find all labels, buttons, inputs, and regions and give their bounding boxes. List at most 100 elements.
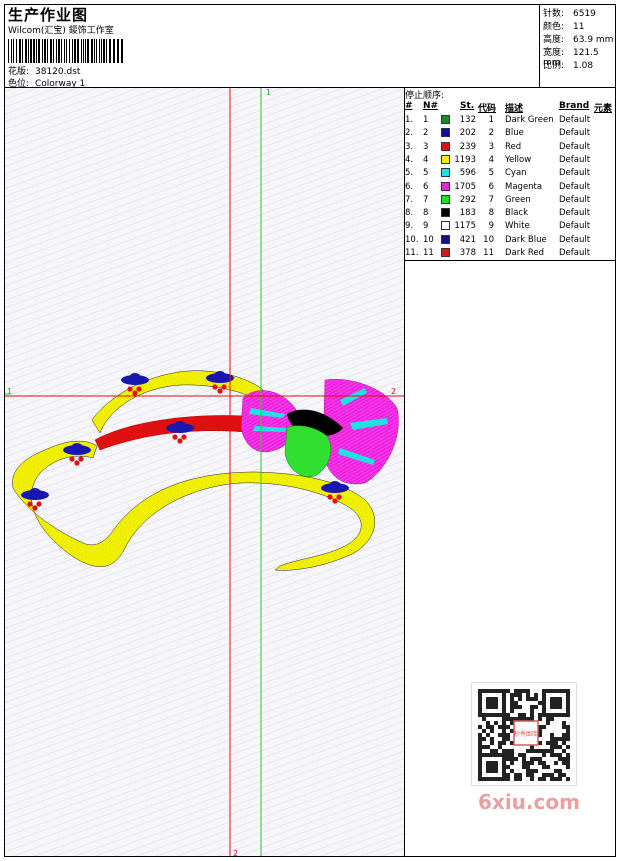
table-row[interactable]: 5. 5 596 5 Cyan Default [405, 168, 616, 181]
cell-code: 9 [488, 221, 494, 232]
cell-brand: Default [559, 154, 591, 165]
cell-idx: 7. [405, 194, 414, 205]
guide-marker-left: 1 [7, 387, 12, 396]
stop-sequence-title: 停止顺序: [405, 91, 445, 101]
table-row[interactable]: 10. 10 421 10 Dark Blue Default [405, 234, 616, 248]
cell-brand: Default [559, 168, 591, 179]
qr-code: 秒秀图库 [471, 682, 577, 786]
cell-idx: 3. [405, 141, 414, 152]
company-name: Wilcom(汇宝) 錽饰工作室 [8, 26, 114, 36]
color-swatch [441, 221, 450, 231]
col-desc: 描述 [505, 104, 524, 114]
cell-no: 4 [423, 154, 429, 165]
cell-brand: Default [559, 194, 591, 205]
cell-brand: Default [559, 208, 591, 219]
cell-desc: White [505, 221, 530, 232]
cell-idx: 1. [405, 115, 414, 125]
cell-idx: 9. [405, 221, 414, 232]
col-code: 代码 [478, 104, 497, 114]
cell-brand: Default [559, 248, 591, 258]
cell-desc: Yellow [505, 154, 532, 165]
table-row[interactable]: 9. 9 1175 9 White Default [405, 221, 616, 234]
cell-st: 292 [459, 194, 476, 205]
cell-st: 421 [459, 234, 476, 245]
color-swatch [441, 248, 450, 257]
table-row[interactable]: 11. 11 378 11 Dark Red Default [405, 248, 616, 261]
color-swatch [441, 115, 450, 124]
cell-brand: Default [559, 234, 591, 245]
header-info: 生产作业图 Wilcom(汇宝) 錽饰工作室 花版: 38120.dst 色位: C… [4, 4, 540, 89]
table-row[interactable]: 8. 8 183 8 Black Default [405, 208, 616, 221]
qr-code-icon: 秒秀图库 [478, 689, 570, 781]
cell-code: 2 [488, 128, 494, 139]
stat-height: 高度: 63.9 mm [543, 35, 614, 45]
cell-no: 1 [423, 115, 429, 125]
cell-code: 7 [488, 194, 494, 205]
stat-scale: 比例: 1.08 [543, 61, 594, 71]
guide-marker-top: 1 [266, 88, 271, 97]
cell-desc: Black [505, 208, 528, 219]
cell-code: 6 [488, 181, 494, 192]
cell-st: 1175 [454, 221, 476, 232]
cell-no: 6 [423, 181, 429, 192]
cell-brand: Default [559, 181, 591, 192]
cell-st: 202 [459, 128, 476, 139]
cell-idx: 10. [405, 234, 419, 245]
stats-panel: 针数: 6519 颜色: 11 高度: 63.9 mm 宽度: 121.5 mm 比例:… [540, 4, 616, 88]
stat-stitches: 针数: 6519 [543, 9, 596, 19]
design-canvas[interactable]: 1 1 2 2 [5, 88, 404, 856]
color-swatch [441, 168, 450, 178]
guide-marker-right: 2 [391, 387, 396, 396]
cell-desc: Magenta [505, 181, 543, 192]
cell-idx: 5. [405, 168, 414, 179]
cell-desc: Dark Green [505, 115, 554, 125]
color-swatch [441, 234, 450, 244]
cell-st: 1193 [454, 154, 476, 165]
cell-no: 10 [423, 234, 434, 245]
col-no: N# [423, 101, 439, 111]
cell-desc: Green [505, 194, 531, 205]
color-swatch [441, 208, 450, 218]
cell-desc: Red [505, 141, 522, 152]
cell-idx: 6. [405, 181, 414, 192]
cell-code: 5 [488, 168, 494, 179]
cell-code: 11 [483, 248, 494, 258]
cell-idx: 2. [405, 128, 414, 139]
cell-desc: Dark Red [505, 248, 545, 258]
table-row[interactable]: 4. 4 1193 4 Yellow Default [405, 154, 616, 168]
cell-st: 378 [459, 248, 476, 258]
cell-no: 9 [423, 221, 429, 232]
table-row[interactable]: 1. 1 132 1 Dark Green Default [405, 115, 616, 128]
cell-st: 596 [459, 168, 476, 179]
cell-no: 8 [423, 208, 429, 219]
table-row[interactable]: 6. 6 1705 6 Magenta Default [405, 181, 616, 195]
color-swatch [441, 141, 450, 151]
stat-colors: 颜色: 11 [543, 22, 585, 32]
cell-brand: Default [559, 141, 591, 152]
hat-band [94, 415, 246, 451]
color-swatch [441, 154, 450, 164]
cell-no: 2 [423, 128, 429, 139]
cell-desc: Blue [505, 128, 524, 139]
cell-brand: Default [559, 115, 591, 125]
table-row[interactable]: 3. 3 239 3 Red Default [405, 141, 616, 155]
cell-no: 7 [423, 194, 429, 205]
cell-brand: Default [559, 128, 591, 139]
table-row[interactable]: 7. 7 292 7 Green Default [405, 194, 616, 208]
stop-sequence-table: 停止顺序: # N# St. 代码 描述 Brand 元素 1. 1 132 1 Dar… [405, 88, 616, 261]
watermark-text: 6xiu.com [478, 790, 580, 814]
cell-code: 8 [488, 208, 494, 219]
barcode-icon [8, 39, 123, 63]
cell-idx: 4. [405, 154, 414, 165]
cell-code: 4 [488, 154, 494, 165]
cell-code: 10 [483, 234, 494, 245]
page-title: 生产作业图 [8, 6, 89, 24]
col-brand: Brand [559, 101, 590, 111]
cell-idx: 11. [405, 248, 419, 258]
cell-st: 239 [459, 141, 476, 152]
color-swatch [441, 128, 450, 138]
cell-no: 5 [423, 168, 429, 179]
cell-idx: 8. [405, 208, 414, 219]
table-row[interactable]: 2. 2 202 2 Blue Default [405, 128, 616, 141]
cell-no: 3 [423, 141, 429, 152]
